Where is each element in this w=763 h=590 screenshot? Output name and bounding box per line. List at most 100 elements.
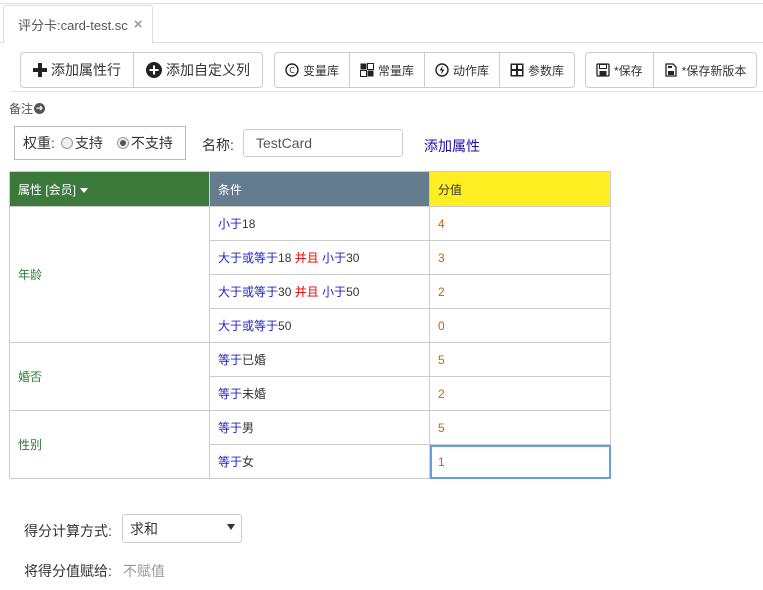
attribute-cell[interactable]: 婚否 [9,342,210,411]
variable-library-label: 变量库 [303,63,340,78]
condition-operator: 小于 [318,285,347,299]
condition-cell[interactable]: 等于已婚 [209,342,430,377]
save-button[interactable]: *保存 [586,53,654,87]
condition-cell[interactable]: 等于男 [209,410,430,445]
condition-value: 18 [242,217,256,231]
calc-method-value: 求和 [130,520,158,537]
add-custom-column-label: 添加自定义列 [166,62,250,78]
attribute-header[interactable]: 属性 [会员] [9,171,210,207]
condition-operator: 大于或等于 [218,285,279,299]
radio-support[interactable]: 支持 [60,133,103,153]
condition-cell[interactable]: 大于或等于18 并且 小于30 [209,240,430,275]
condition-operator: 等于 [218,455,243,469]
toolbar: 添加属性行 添加自定义列 C 变量库 常量库 动作库 参数库 *保存 *保存新版… [10,48,763,92]
tab-bar: 评分卡:card-test.sc × [0,3,763,44]
condition-cell[interactable]: 大于或等于50 [209,308,430,343]
constant-library-label: 常量库 [378,63,415,78]
condition-operator: 等于 [218,387,243,401]
copyright-icon: C [285,63,299,77]
tab-title: 评分卡:card-test.sc [18,18,128,33]
condition-value: 50 [346,285,360,299]
name-input[interactable]: TestCard [243,129,403,157]
condition-cell[interactable]: 大于或等于30 并且 小于50 [209,274,430,309]
add-group: 添加属性行 添加自定义列 [20,52,263,88]
name-label: 名称: [202,137,234,153]
calc-method-select[interactable]: 求和 [122,514,242,543]
add-attribute-row-button[interactable]: 添加属性行 [21,53,134,87]
save-new-version-label: *保存新版本 [681,63,747,78]
score-cell[interactable]: 0 [429,308,611,343]
table-row: 婚否 等于已婚 5 [9,342,611,411]
condition-value: 18 [278,251,295,265]
radio-support-label: 支持 [74,135,103,151]
condition-cell[interactable]: 等于女 [209,444,430,479]
remark-toggle[interactable]: 备注 ➜ [9,100,46,117]
score-cell[interactable]: 2 [429,274,611,309]
attribute-cell[interactable]: 年龄 [9,206,210,343]
condition-operator: 等于 [218,353,243,367]
add-attribute-link[interactable]: 添加属性 [424,136,480,156]
condition-value: 30 [346,251,360,265]
parameter-library-button[interactable]: 参数库 [500,53,574,87]
score-cell[interactable]: 5 [429,410,611,445]
condition-operator: 大于或等于 [218,251,279,265]
table-row: 年龄 小于18 4 [9,206,611,343]
condition-value: 50 [278,319,292,333]
condition-value: 女 [242,455,255,469]
condition-header: 条件 [209,171,430,207]
score-cell[interactable]: 5 [429,342,611,377]
constant-library-button[interactable]: 常量库 [350,53,426,87]
save-group: *保存 *保存新版本 [585,52,758,88]
condition-cell[interactable]: 小于18 [209,206,430,241]
score-cell[interactable]: 3 [429,240,611,275]
attribute-header-label: 属性 [会员] [18,182,77,197]
condition-conjunction: 并且 [294,251,319,265]
assign-score-value[interactable]: 不赋值 [123,561,165,581]
score-header: 分值 [429,171,611,207]
th-large-icon [510,63,524,77]
attribute-cell[interactable]: 性别 [9,410,210,479]
radio-support-dot[interactable] [60,137,73,149]
weight-box: 权重: 支持 不支持 [14,126,186,160]
svg-text:C: C [289,66,295,75]
scorecard-table: 属性 [会员] 条件 分值 年龄 小于18 4 大于或等于18 并且 小于30 3 大于或… [9,171,611,479]
save-label: *保存 [614,63,643,78]
condition-operator: 小于 [318,251,347,265]
close-icon[interactable]: × [134,16,143,33]
condition-conjunction: 并且 [294,285,319,299]
action-library-button[interactable]: 动作库 [425,53,501,87]
bolt-icon [435,63,449,77]
table-header-row: 属性 [会员] 条件 分值 [9,171,611,207]
condition-cell[interactable]: 等于未婚 [209,376,430,411]
variable-library-button[interactable]: C 变量库 [275,53,351,87]
condition-value: 30 [278,285,295,299]
add-attribute-row-label: 添加属性行 [51,62,121,78]
add-custom-column-button[interactable]: 添加自定义列 [134,53,262,87]
table-body: 年龄 小于18 4 大于或等于18 并且 小于30 3 大于或等于30 并且 小于50 2 大… [9,206,611,479]
score-cell[interactable]: 1 [429,444,611,479]
radio-nosupport[interactable]: 不支持 [116,133,173,153]
action-library-label: 动作库 [453,63,490,78]
remark-label: 备注 [9,102,34,116]
radio-nosupport-label: 不支持 [130,135,173,151]
score-cell[interactable]: 2 [429,376,611,411]
plus-icon [33,63,47,77]
save-new-version-button[interactable]: *保存新版本 [654,53,757,87]
calc-method-label: 得分计算方式: [24,523,112,539]
weight-label: 权重: [23,135,55,151]
condition-value: 男 [242,421,255,435]
parameter-library-label: 参数库 [528,63,565,78]
grid-icon [360,63,375,77]
condition-value: 未婚 [242,387,267,401]
condition-operator: 大于或等于 [218,319,279,333]
caret-down-icon [227,524,235,530]
table-row: 性别 等于男 5 [9,410,611,479]
score-cell[interactable]: 4 [429,206,611,241]
radio-nosupport-dot[interactable] [116,137,129,149]
tab-card-test[interactable]: 评分卡:card-test.sc × [3,5,153,44]
library-group: C 变量库 常量库 动作库 参数库 [274,52,576,88]
caret-down-icon [80,187,89,193]
document-save-icon [664,63,678,77]
condition-operator: 小于 [218,217,243,231]
condition-value: 已婚 [242,353,267,367]
